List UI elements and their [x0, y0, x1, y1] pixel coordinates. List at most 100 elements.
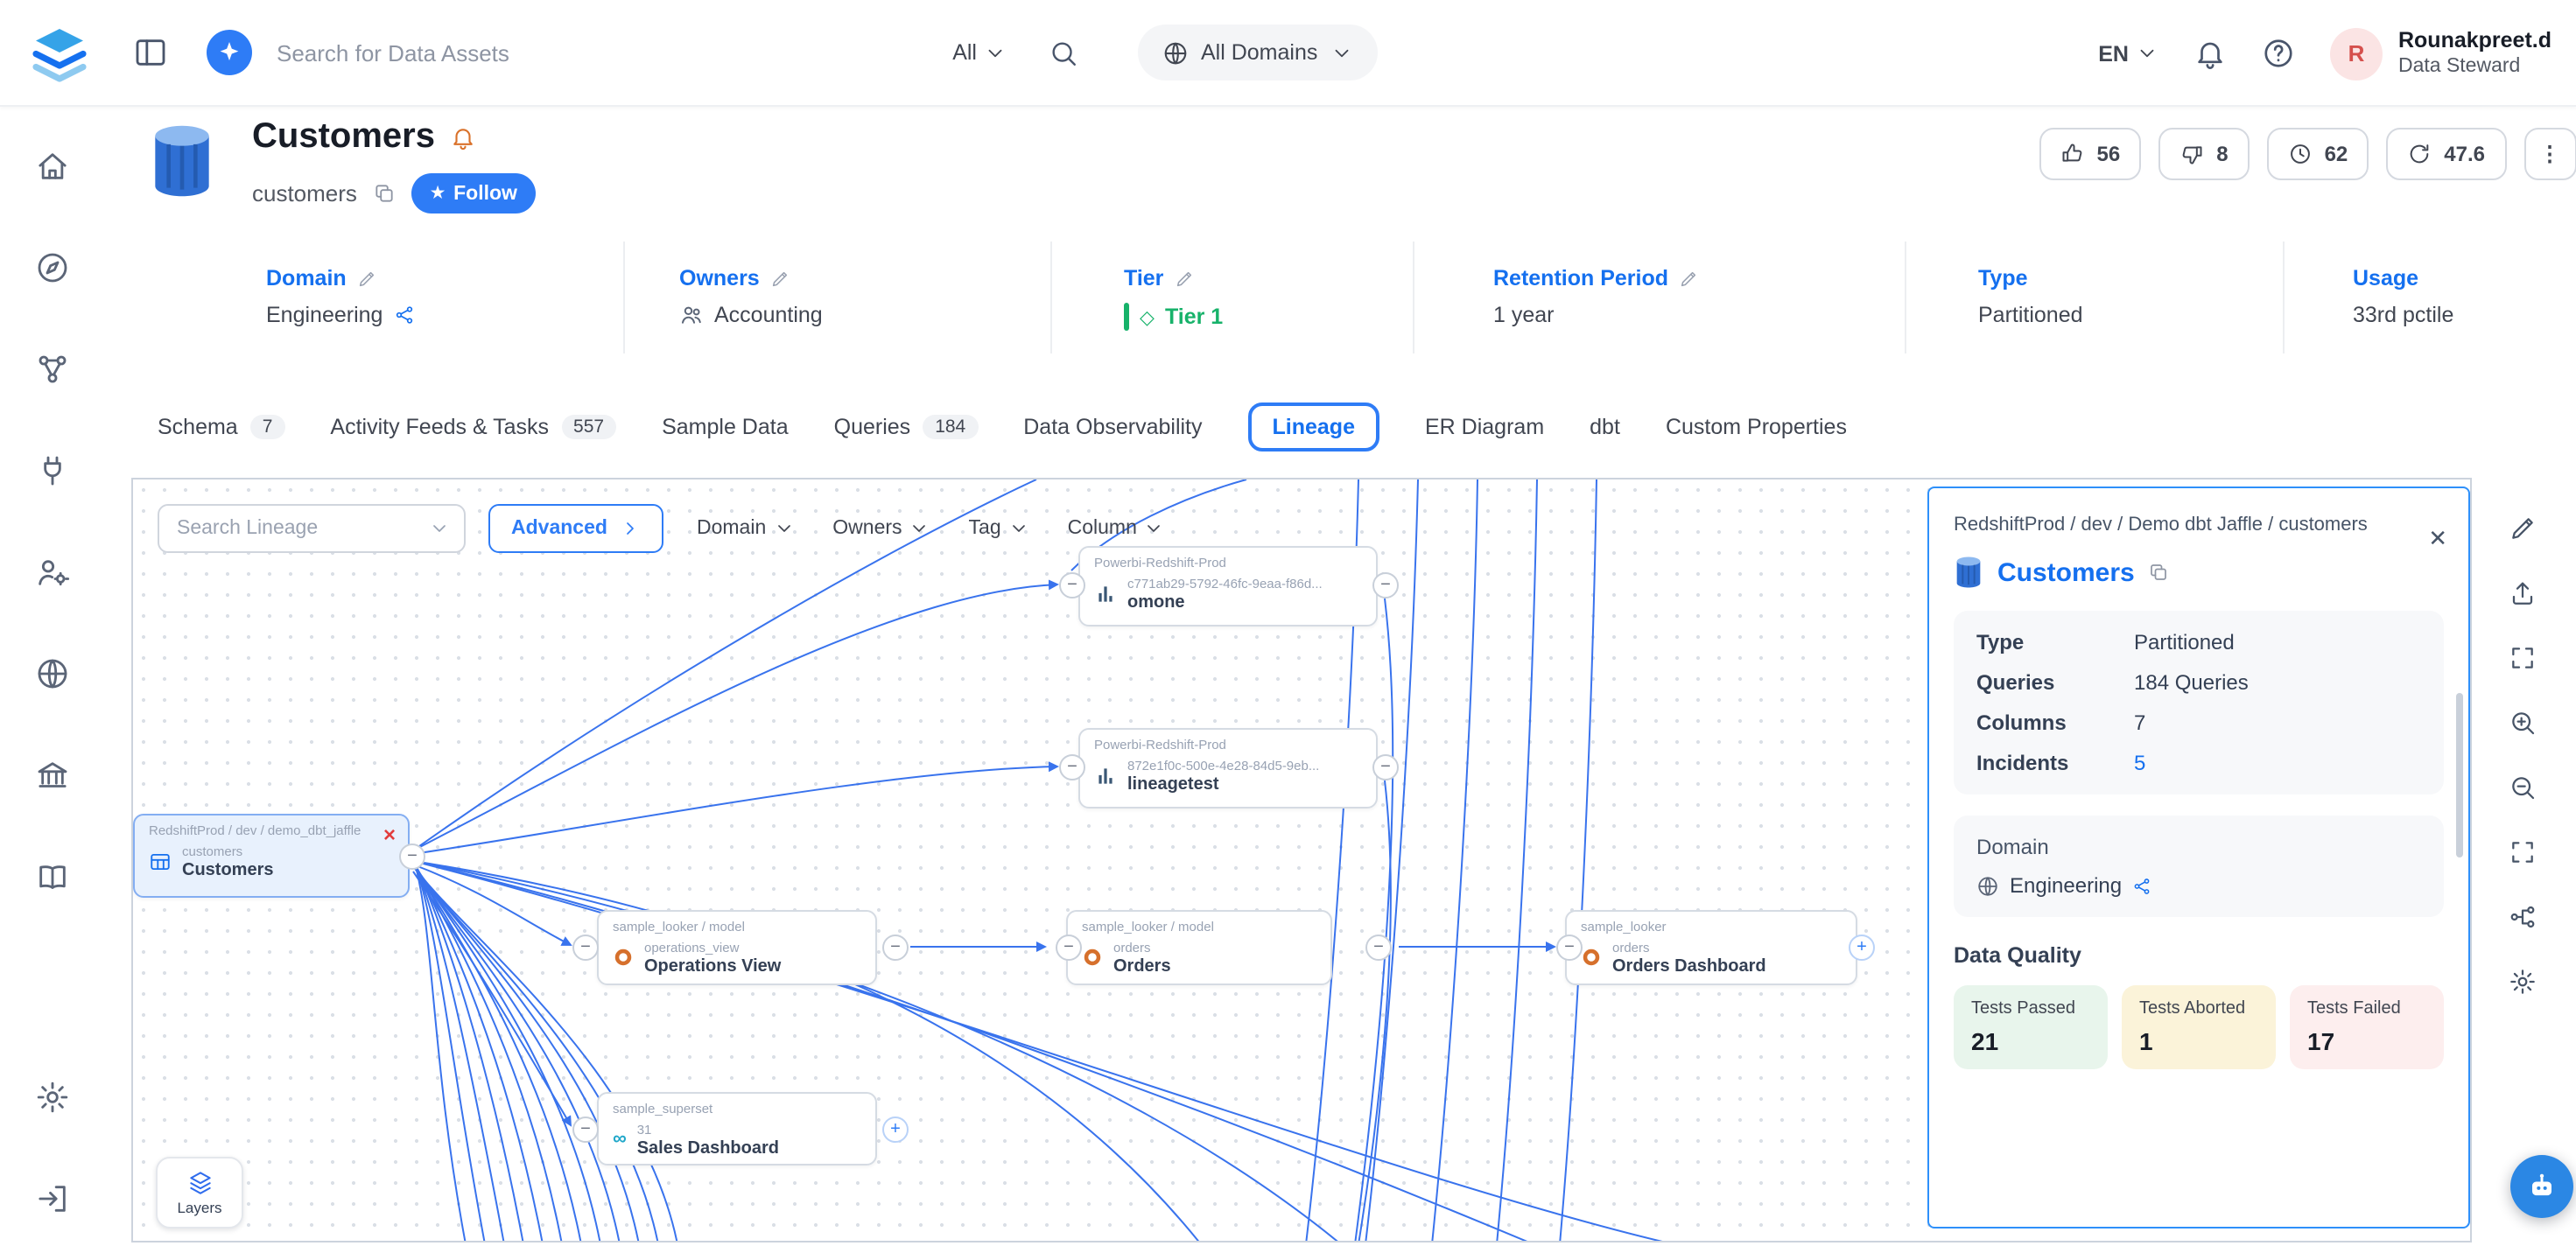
- collapse-connector[interactable]: −: [1365, 934, 1392, 961]
- layers-icon: [186, 1169, 213, 1195]
- copy-icon[interactable]: [373, 182, 396, 205]
- sidebar-item-domains[interactable]: [35, 656, 70, 700]
- advanced-filter-button[interactable]: Advanced: [488, 504, 663, 553]
- lineage-node-omone[interactable]: Powerbi-Redshift-Prod c771ab29-5792-46fc…: [1078, 546, 1378, 626]
- help-button[interactable]: [2262, 37, 2295, 70]
- expand-connector[interactable]: +: [882, 1116, 909, 1143]
- collapse-connector[interactable]: −: [1059, 754, 1085, 780]
- lineage-node-orders-dashboard[interactable]: sample_looker ordersOrders Dashboard: [1565, 910, 1857, 985]
- filter-domain-dropdown[interactable]: Domain: [697, 518, 794, 539]
- filter-column-dropdown[interactable]: Column: [1068, 518, 1165, 539]
- usage-score-button[interactable]: 47.6: [2386, 128, 2506, 180]
- fullscreen-button[interactable]: [2499, 830, 2544, 875]
- sidebar-item-data-assets[interactable]: [35, 758, 70, 802]
- domain-hierarchy-icon[interactable]: [393, 304, 414, 326]
- sidebar-collapse-button[interactable]: [133, 35, 168, 79]
- sidebar-item-lineage[interactable]: [35, 352, 70, 396]
- sidebar-item-integrations[interactable]: [35, 453, 70, 497]
- domain-hierarchy-icon[interactable]: [2132, 876, 2151, 895]
- ai-assistant-button[interactable]: [207, 30, 252, 75]
- meta-usage: Usage 33rd pctile: [2283, 242, 2576, 354]
- lineage-node-customers[interactable]: RedshiftProd / dev / demo_dbt_jaffle cus…: [133, 814, 410, 898]
- chevron-down-icon: [1330, 41, 1352, 64]
- layers-button[interactable]: Layers: [156, 1157, 243, 1228]
- sidebar-item-explore[interactable]: [35, 250, 70, 294]
- sparkle-icon: [215, 38, 243, 66]
- tab-dbt[interactable]: dbt: [1590, 415, 1620, 439]
- panel-scrollbar[interactable]: [2456, 693, 2463, 858]
- sidebar-item-logout[interactable]: [35, 1181, 70, 1225]
- sidebar-item-settings[interactable]: [35, 1080, 70, 1124]
- book-icon: [35, 859, 70, 894]
- help-icon: [2262, 37, 2295, 70]
- collapse-connector[interactable]: −: [1372, 572, 1399, 598]
- sidebar-item-home[interactable]: [35, 149, 70, 192]
- user-menu[interactable]: R Rounakpreet.d Data Steward: [2330, 27, 2551, 80]
- panel-title[interactable]: Customers: [1997, 557, 2135, 587]
- lineage-search-input[interactable]: [173, 516, 418, 541]
- collapse-connector[interactable]: −: [399, 844, 425, 870]
- tab-data-observability[interactable]: Data Observability: [1023, 415, 1202, 439]
- tab-schema[interactable]: Schema7: [158, 415, 284, 439]
- lineage-node-operations-view[interactable]: sample_looker / model operations_viewOpe…: [597, 910, 877, 985]
- tab-queries[interactable]: Queries184: [834, 415, 979, 439]
- collapse-connector[interactable]: −: [1059, 572, 1085, 598]
- lineage-settings-button[interactable]: [2499, 959, 2544, 1004]
- alert-bell-icon[interactable]: [451, 124, 477, 150]
- lineage-node-sales-dashboard[interactable]: sample_superset ∞ 31Sales Dashboard: [597, 1092, 877, 1166]
- edit-pencil-icon[interactable]: [1174, 269, 1193, 288]
- language-selector[interactable]: EN: [2098, 41, 2158, 66]
- fit-view-button[interactable]: [2499, 635, 2544, 681]
- chatbot-button[interactable]: [2509, 1155, 2572, 1218]
- collapse-connector[interactable]: −: [1372, 754, 1399, 780]
- sidebar-item-governance[interactable]: [35, 555, 70, 598]
- follow-button[interactable]: ★ Follow: [411, 173, 537, 214]
- tests-failed-card: Tests Failed17: [2290, 985, 2444, 1069]
- edit-pencil-icon[interactable]: [770, 269, 790, 288]
- app-logo-icon[interactable]: [28, 21, 91, 84]
- zoom-out-button[interactable]: [2499, 765, 2544, 810]
- rearrange-button[interactable]: [2499, 894, 2544, 940]
- meta-owners: Owners Accounting: [623, 242, 1050, 354]
- sidebar-item-glossary[interactable]: [35, 859, 70, 903]
- lineage-node-orders[interactable]: sample_looker / model ordersOrders: [1066, 910, 1332, 985]
- lineage-search: [158, 504, 466, 553]
- collapse-connector[interactable]: −: [1556, 934, 1583, 961]
- search-scope-dropdown[interactable]: All: [952, 40, 1007, 65]
- export-button[interactable]: [2499, 570, 2544, 616]
- tab-count: 7: [250, 415, 285, 439]
- domains-selector[interactable]: All Domains: [1138, 24, 1377, 80]
- lineage-node-lineagetest[interactable]: Powerbi-Redshift-Prod 872e1f0c-500e-4e28…: [1078, 728, 1378, 808]
- collapse-connector[interactable]: −: [572, 934, 599, 961]
- incidents-link[interactable]: 5: [2134, 751, 2145, 775]
- tab-lineage[interactable]: Lineage: [1248, 402, 1380, 452]
- filter-owners-dropdown[interactable]: Owners: [832, 518, 930, 539]
- upvote-button[interactable]: 56: [2039, 128, 2141, 180]
- downvote-button[interactable]: 8: [2158, 128, 2249, 180]
- collapse-connector[interactable]: −: [882, 934, 909, 961]
- zoom-in-button[interactable]: [2499, 700, 2544, 746]
- notifications-button[interactable]: [2193, 37, 2227, 70]
- panel-domain-box: Domain Engineering: [1954, 816, 2444, 917]
- panel-breadcrumb[interactable]: RedshiftProd / dev / Demo dbt Jaffle / c…: [1954, 511, 2444, 541]
- collapse-connector[interactable]: −: [1056, 934, 1082, 961]
- copy-icon[interactable]: [2149, 562, 2170, 583]
- views-button[interactable]: 62: [2267, 128, 2369, 180]
- edit-lineage-button[interactable]: [2499, 506, 2544, 551]
- lineage-canvas[interactable]: Advanced Domain Owners Tag Column Redshi…: [131, 478, 2472, 1242]
- edit-pencil-icon[interactable]: [357, 269, 376, 288]
- tab-sample-data[interactable]: Sample Data: [662, 415, 789, 439]
- search-icon[interactable]: [1049, 38, 1078, 67]
- filter-tag-dropdown[interactable]: Tag: [969, 518, 1029, 539]
- tab-activity-feeds[interactable]: Activity Feeds & Tasks557: [330, 415, 616, 439]
- edit-pencil-icon[interactable]: [1679, 269, 1698, 288]
- panel-close-button[interactable]: ✕: [2428, 527, 2447, 550]
- refresh-icon: [2407, 142, 2432, 166]
- table-icon: [149, 850, 172, 873]
- more-actions-button[interactable]: ⋮: [2523, 128, 2576, 180]
- tab-custom-properties[interactable]: Custom Properties: [1666, 415, 1847, 439]
- tab-er-diagram[interactable]: ER Diagram: [1425, 415, 1544, 439]
- collapse-connector[interactable]: −: [572, 1116, 599, 1143]
- expand-connector[interactable]: +: [1849, 934, 1875, 961]
- global-search-input[interactable]: [273, 38, 935, 67]
